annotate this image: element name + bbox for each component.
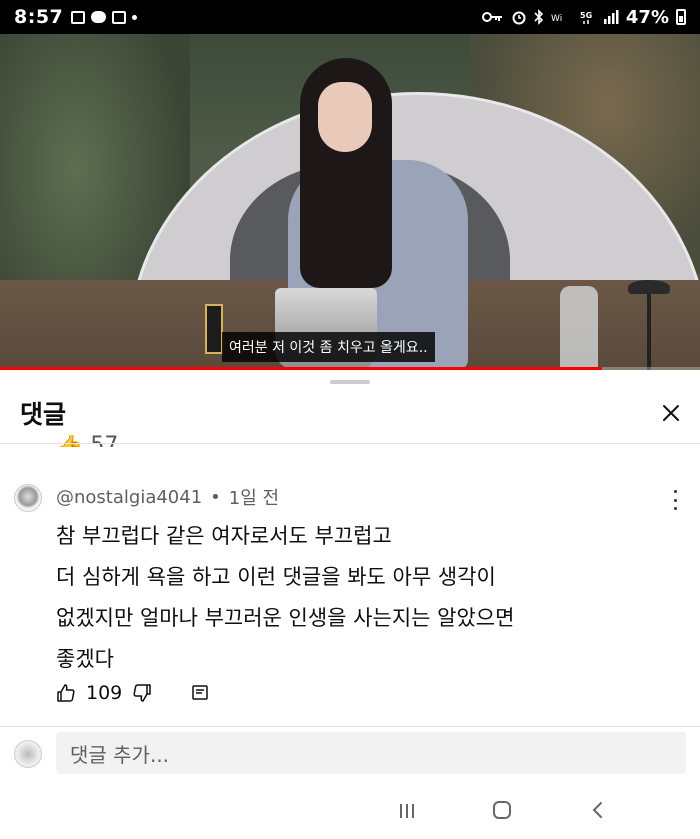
wifi-calling-icon: Wi xyxy=(551,14,562,24)
key-icon xyxy=(481,12,502,22)
commenter-avatar[interactable] xyxy=(14,484,42,512)
divider xyxy=(0,726,700,727)
more-vert-icon[interactable] xyxy=(672,490,678,510)
video-player[interactable]: 여러분 저 이것 좀 치우고 올게요.. xyxy=(0,34,700,370)
system-icons: Wi 5G 47% xyxy=(481,6,686,28)
5g-icon: 5G xyxy=(580,11,592,24)
svg-text:Wi: Wi xyxy=(551,14,562,24)
comment-text-line: 좋겠다 xyxy=(56,647,114,671)
comment-meta: @nostalgia4041 • 1일 전 xyxy=(56,484,279,510)
chat-icon xyxy=(91,11,107,23)
status-bar: 8:57 Wi 5G 47% xyxy=(0,0,700,34)
user-avatar xyxy=(14,740,42,768)
divider xyxy=(0,443,700,444)
recent-apps-icon[interactable] xyxy=(400,804,414,818)
previous-comment-actions: 👍 57 xyxy=(56,435,216,447)
video-lantern xyxy=(205,304,223,354)
gallery-icon xyxy=(71,10,86,24)
comment-author[interactable]: @nostalgia4041 xyxy=(56,487,202,508)
screenshot-icon xyxy=(112,10,127,24)
comment-time: 1일 전 xyxy=(228,488,280,509)
thumbs-up-icon[interactable] xyxy=(56,683,76,703)
comment-text: 참 부끄럽다 같은 여자로서도 부끄럽고 더 심하게 욕을 하고 이런 댓글을 … xyxy=(56,516,666,680)
comment-text-line: 참 부끄럽다 같은 여자로서도 부끄럽고 xyxy=(56,524,392,548)
like-count: 109 xyxy=(86,682,123,704)
video-bottle xyxy=(560,286,598,370)
video-subtitle: 여러분 저 이것 좀 치우고 올게요.. xyxy=(222,332,435,362)
comments-sheet: 댓글 👍 57 @nostalgia4041 • 1일 전 참 부끄럽다 같은 … xyxy=(0,370,700,839)
svg-text:5G: 5G xyxy=(580,11,592,20)
alarm-icon xyxy=(512,11,526,25)
close-icon[interactable] xyxy=(656,398,686,428)
back-icon[interactable] xyxy=(587,799,609,821)
more-notifications-icon xyxy=(132,14,138,20)
comment-text-line: 없겠지만 얼마나 부끄러운 인생을 사는지는 알았으면 xyxy=(56,606,515,630)
thumbs-down-icon[interactable] xyxy=(132,683,152,703)
video-lamp-head xyxy=(628,280,670,294)
battery-icon xyxy=(676,9,686,25)
status-time: 8:57 xyxy=(14,6,64,28)
home-icon[interactable] xyxy=(493,801,511,819)
notification-icons xyxy=(71,10,138,24)
add-comment-input[interactable]: 댓글 추가... xyxy=(56,732,686,774)
bluetooth-icon xyxy=(534,9,544,25)
video-lamp-pole xyxy=(647,292,651,370)
add-comment-row: 댓글 추가... xyxy=(0,732,700,780)
comment-actions: 109 xyxy=(56,682,210,704)
comment-text-line: 더 심하게 욕을 하고 이런 댓글을 봐도 아무 생각이 xyxy=(56,565,496,589)
previous-like-count: 57 xyxy=(90,435,118,447)
signal-icon xyxy=(603,10,619,24)
sheet-drag-handle[interactable] xyxy=(330,380,370,384)
reply-icon[interactable] xyxy=(190,683,210,703)
video-person-face xyxy=(318,82,372,152)
meta-separator: • xyxy=(210,486,221,508)
comments-title: 댓글 xyxy=(20,400,67,429)
system-nav-bar xyxy=(0,784,700,839)
battery-percent: 47% xyxy=(625,6,669,28)
thumbs-up-icon: 👍 xyxy=(56,435,83,447)
